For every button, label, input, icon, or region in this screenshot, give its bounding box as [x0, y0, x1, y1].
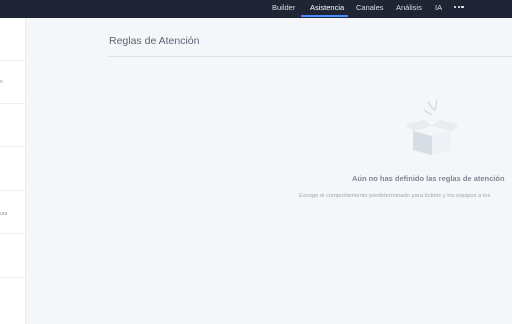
empty-box-icon — [405, 99, 459, 155]
nav-tab-ia[interactable]: IA — [435, 0, 442, 18]
sidebar-item[interactable] — [0, 235, 26, 278]
page-title: Reglas de Atención — [109, 35, 200, 47]
sidebar: o ura — [0, 18, 26, 324]
title-divider — [108, 56, 512, 57]
empty-state-title: Aún no has definido las reglas de atenci… — [352, 174, 505, 183]
sidebar-item-label: ura — [0, 211, 8, 217]
nav-tab-analisis[interactable]: Análisis — [396, 0, 422, 18]
sidebar-item[interactable] — [0, 104, 26, 147]
empty-state-description: Escoge el comportamiento predeterminado … — [299, 193, 491, 199]
sidebar-item[interactable]: ura — [0, 191, 26, 234]
sidebar-item[interactable] — [0, 18, 26, 61]
nav-tab-canales[interactable]: Canales — [356, 0, 384, 18]
active-tab-indicator — [301, 15, 348, 17]
top-navigation-bar: Builder Asistencia Canales Análisis IA — [0, 0, 512, 18]
sidebar-item[interactable] — [0, 148, 26, 191]
sidebar-item-label: o — [0, 79, 3, 85]
main-content: Reglas de Atención Aún no has definido l… — [27, 18, 512, 324]
nav-tab-builder[interactable]: Builder — [272, 0, 295, 18]
more-horizontal-icon[interactable] — [454, 6, 464, 9]
sidebar-item[interactable]: o — [0, 61, 26, 104]
